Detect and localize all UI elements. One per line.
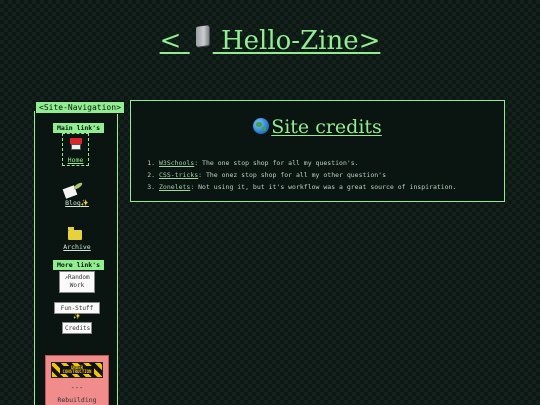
nav-home[interactable]: Home bbox=[62, 133, 89, 166]
sparkle-icon: ✨ bbox=[73, 313, 81, 321]
main-panel: Site credits W3Schools: The one stop sho… bbox=[130, 100, 505, 202]
nav-blog[interactable]: Blog✨ bbox=[57, 199, 97, 207]
credits-button[interactable]: Credits bbox=[62, 322, 92, 334]
title-bracket-left: < bbox=[159, 26, 182, 56]
list-item: CSS-tricks: The onez stop shop for all m… bbox=[159, 169, 456, 181]
site-title[interactable]: < Hello-Zine> bbox=[0, 25, 540, 56]
list-item: W3Schools: The one stop shop for all my … bbox=[159, 157, 456, 169]
credit-description: : The onez stop shop for all my other qu… bbox=[198, 171, 386, 179]
nav-archive[interactable]: Archive bbox=[55, 243, 99, 251]
fun-stuff-button[interactable]: Fun-Stuff ✨ bbox=[54, 302, 100, 320]
more-links-label: More link's bbox=[53, 260, 105, 270]
list-item: Zonelets: Not using it, but it's workflo… bbox=[159, 181, 456, 193]
credit-link-css-tricks[interactable]: CSS-tricks bbox=[159, 171, 198, 179]
nav-home-label: Home bbox=[67, 156, 84, 164]
under-construction-badge: UNDER CONSTRUCTION bbox=[51, 362, 103, 378]
page-heading-text: Site credits bbox=[271, 116, 382, 138]
random-work-label: Random Work bbox=[67, 274, 90, 290]
title-bracket-right: > bbox=[358, 26, 381, 56]
fun-stuff-label: Fun-Stuff bbox=[60, 305, 94, 312]
construction-status: Rebuilding bbox=[57, 396, 97, 404]
nav-blog-label: Blog bbox=[65, 199, 81, 207]
under-construction-box: UNDER CONSTRUCTION --- Rebuilding bbox=[45, 355, 109, 405]
page-heading[interactable]: Site credits bbox=[131, 116, 504, 138]
site-title-text: Hello-Zine bbox=[220, 26, 359, 56]
house-icon bbox=[70, 138, 82, 150]
credit-description: : The one stop shop for all my question'… bbox=[194, 159, 359, 167]
main-links-label: Main link's bbox=[53, 123, 105, 133]
construction-divider: --- bbox=[70, 384, 84, 392]
credits-list: W3Schools: The one stop shop for all my … bbox=[147, 157, 456, 193]
credit-link-zonelets[interactable]: Zonelets bbox=[159, 183, 190, 191]
quill-icon bbox=[62, 181, 84, 199]
globe-icon bbox=[253, 118, 270, 134]
under-construction-badge-text: UNDER CONSTRUCTION bbox=[60, 366, 94, 374]
site-navigation-label: <Site-Navigation> bbox=[35, 101, 125, 114]
folder-icon bbox=[68, 227, 82, 240]
sparkle-icon: ✨ bbox=[80, 199, 89, 207]
credit-description: : Not using it, but it's workflow was a … bbox=[190, 183, 457, 191]
credit-link-w3schools[interactable]: W3Schools bbox=[159, 159, 194, 167]
phone-icon bbox=[195, 25, 209, 47]
sidebar: Main link's Home Blog✨ Archive More link… bbox=[34, 111, 118, 405]
random-work-button[interactable]: ↗Random Work bbox=[59, 271, 95, 293]
